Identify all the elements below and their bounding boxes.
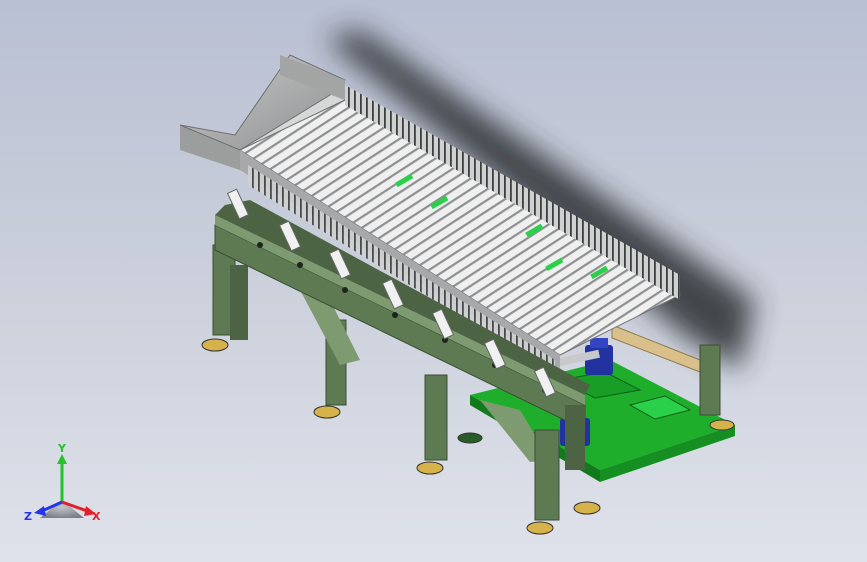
triad-z-arrow <box>34 506 46 516</box>
orientation-triad[interactable]: Y X Z <box>20 440 130 550</box>
conveyor-model[interactable] <box>0 0 867 562</box>
triad-y-label: Y <box>57 442 67 455</box>
triad-y-arrow <box>57 454 67 464</box>
triad-z-label: Z <box>24 510 32 523</box>
cad-viewport[interactable]: Y X Z <box>0 0 867 562</box>
triad-x-label: X <box>92 510 101 523</box>
